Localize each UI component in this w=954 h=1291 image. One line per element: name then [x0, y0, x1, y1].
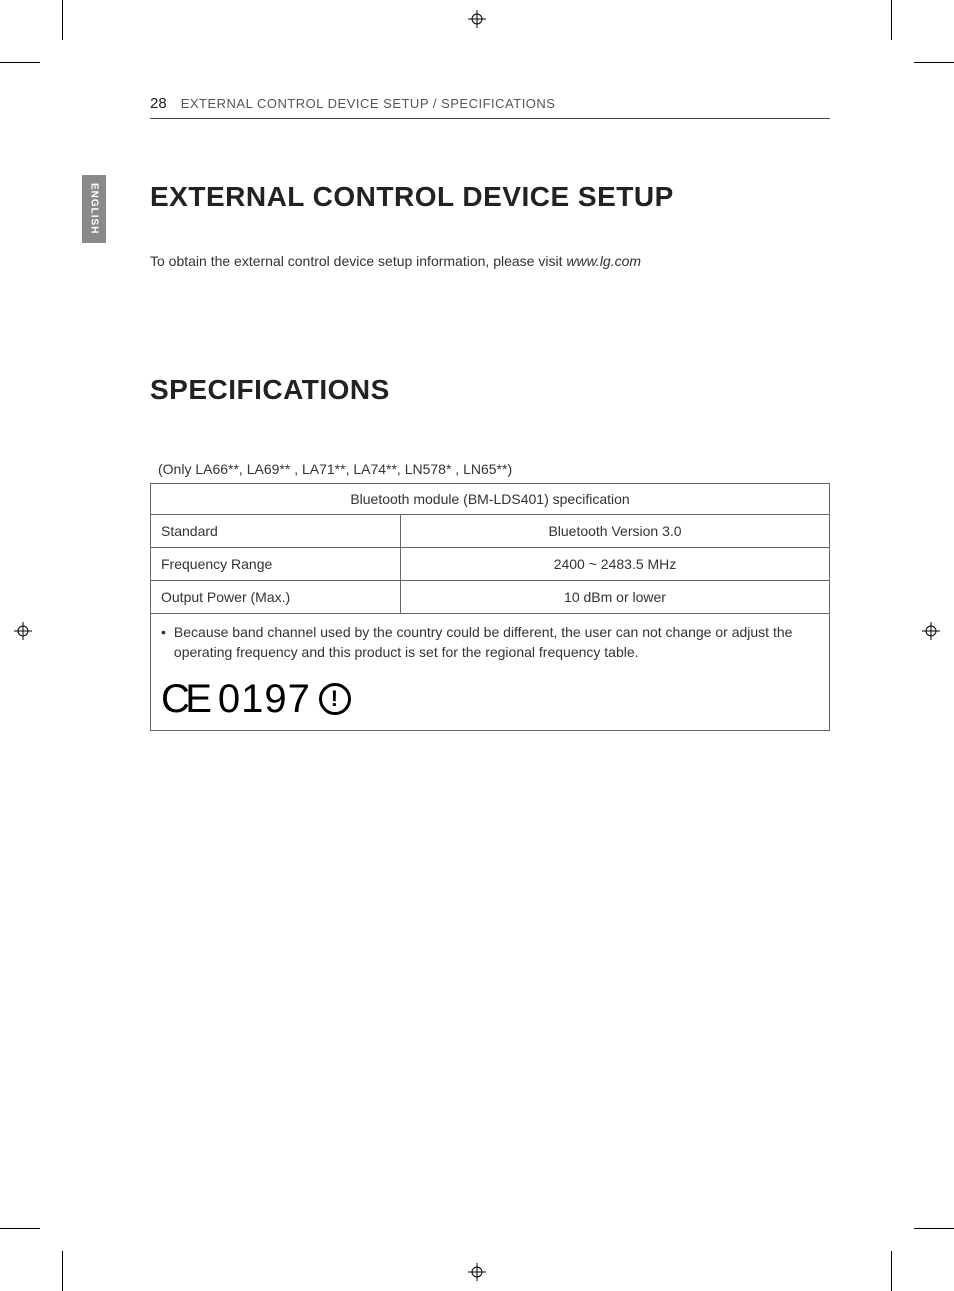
- running-header: 28 EXTERNAL CONTROL DEVICE SETUP / SPECI…: [150, 95, 830, 119]
- spec-label: Output Power (Max.): [151, 581, 401, 614]
- spec-value: Bluetooth Version 3.0: [401, 515, 830, 548]
- page-content: 28 EXTERNAL CONTROL DEVICE SETUP / SPECI…: [150, 95, 830, 731]
- registration-mark-icon: [922, 622, 940, 640]
- crop-mark: [891, 0, 892, 40]
- crop-mark: [914, 1228, 954, 1229]
- spec-label: Frequency Range: [151, 548, 401, 581]
- crop-mark: [0, 1228, 40, 1229]
- language-tab: ENGLISH: [82, 175, 106, 243]
- crop-mark: [62, 1251, 63, 1291]
- alert-circle-icon: !: [319, 683, 351, 715]
- crop-mark: [914, 62, 954, 63]
- spec-value: 10 dBm or lower: [401, 581, 830, 614]
- registration-mark-icon: [14, 622, 32, 640]
- frequency-note-text: Because band channel used by the country…: [174, 622, 819, 663]
- crop-mark: [891, 1251, 892, 1291]
- page-number: 28: [150, 95, 167, 112]
- registration-mark-icon: [468, 1263, 486, 1281]
- running-head-text: EXTERNAL CONTROL DEVICE SETUP / SPECIFIC…: [181, 96, 556, 111]
- intro-text: To obtain the external control device se…: [150, 253, 566, 269]
- bullet-icon: •: [161, 622, 166, 663]
- models-applicability-note: (Only LA66**, LA69** , LA71**, LA74**, L…: [158, 461, 830, 477]
- crop-mark: [62, 0, 63, 40]
- crop-mark: [0, 62, 40, 63]
- intro-paragraph: To obtain the external control device se…: [150, 253, 830, 269]
- registration-mark-icon: [468, 10, 486, 28]
- ce-number: 0197: [218, 677, 311, 722]
- spec-value: 2400 ~ 2483.5 MHz: [401, 548, 830, 581]
- table-note-row: • Because band channel used by the count…: [151, 614, 830, 731]
- section-title-external-control: EXTERNAL CONTROL DEVICE SETUP: [150, 181, 830, 213]
- intro-url: www.lg.com: [566, 253, 641, 269]
- table-row: Output Power (Max.) 10 dBm or lower: [151, 581, 830, 614]
- table-row: Standard Bluetooth Version 3.0: [151, 515, 830, 548]
- ce-certification-mark: C E 0197 !: [161, 677, 819, 722]
- ce-mark-icon: C E: [161, 677, 208, 722]
- table-row: Frequency Range 2400 ~ 2483.5 MHz: [151, 548, 830, 581]
- table-caption: Bluetooth module (BM-LDS401) specificati…: [151, 484, 830, 515]
- bluetooth-spec-table: Bluetooth module (BM-LDS401) specificati…: [150, 483, 830, 731]
- spec-label: Standard: [151, 515, 401, 548]
- section-title-specifications: SPECIFICATIONS: [150, 374, 830, 406]
